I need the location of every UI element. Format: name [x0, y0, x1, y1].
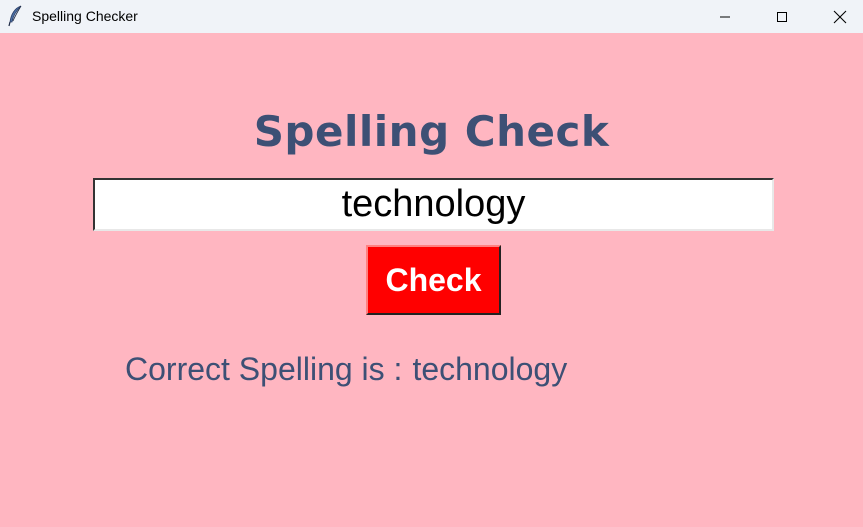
maximize-icon [776, 11, 788, 23]
minimize-button[interactable] [702, 0, 748, 33]
main-content: Spelling Check Check Correct Spelling is… [0, 33, 863, 527]
result-text: Correct Spelling is : technology [125, 349, 567, 389]
check-button[interactable]: Check [366, 245, 501, 315]
minimize-icon [719, 11, 731, 23]
app-window: Spelling Checker Spelling Check Check Co… [0, 0, 863, 527]
feather-icon [6, 5, 26, 27]
close-icon [833, 10, 847, 24]
word-input[interactable] [93, 178, 774, 231]
title-bar[interactable]: Spelling Checker [0, 0, 863, 33]
close-button[interactable] [817, 0, 863, 33]
window-title: Spelling Checker [32, 8, 138, 24]
page-title: Spelling Check [253, 107, 610, 156]
result-value: technology [412, 351, 568, 387]
result-label: Correct Spelling is : [125, 351, 403, 387]
maximize-button[interactable] [759, 0, 805, 33]
